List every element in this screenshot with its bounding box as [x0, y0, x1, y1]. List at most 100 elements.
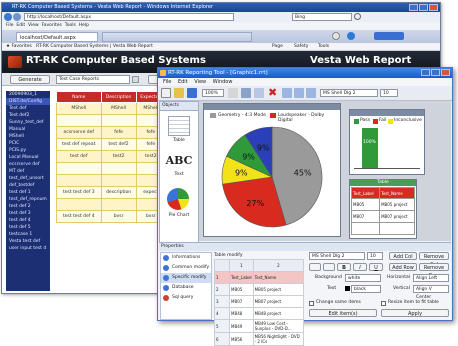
back-icon[interactable]	[4, 13, 12, 21]
page-menu[interactable]: Page	[272, 43, 283, 51]
remove-row-button[interactable]: Remove Row	[419, 263, 449, 279]
app-menu-file[interactable]: File	[163, 79, 171, 85]
save-icon[interactable]	[187, 88, 197, 98]
tree-item[interactable]: Sunny_test_def	[6, 119, 50, 126]
cut-icon[interactable]	[241, 88, 251, 98]
table-row[interactable]: test def repeat test def2 fefe	[56, 138, 167, 151]
copy-icon[interactable]	[254, 88, 264, 98]
tree-item[interactable]: def_testdef	[6, 182, 50, 189]
tab-localhost[interactable]: localhost/Default.aspx	[16, 32, 98, 42]
table-row[interactable]: 2 MB05 MB05 project	[214, 283, 305, 296]
text-object-icon[interactable]: ABC	[160, 154, 198, 167]
zoom-select[interactable]: 100%	[202, 89, 224, 97]
search-input[interactable]: Bing	[292, 13, 352, 21]
search-icon[interactable]	[354, 13, 361, 20]
grid-header-name[interactable]: Name	[56, 91, 102, 103]
prop-size-select[interactable]: 10	[367, 252, 383, 260]
col-header-2[interactable]: 2	[252, 259, 305, 272]
background-select[interactable]: white	[345, 274, 381, 282]
tree-item[interactable]: PCIC	[6, 140, 50, 147]
tree-item[interactable]: DIST.ite/Config	[6, 98, 50, 105]
fill-color-icon[interactable]	[309, 263, 321, 271]
tree-item[interactable]: test def 4	[6, 217, 50, 224]
italic-icon[interactable]: I	[353, 263, 367, 271]
table-row[interactable]: MShell MShell MShell	[56, 102, 167, 115]
tree-item[interactable]: MShell	[6, 133, 50, 140]
horizontal-align-select[interactable]: Align Left	[413, 274, 449, 282]
table-row[interactable]: 5 MB49 MB49 Low Cost - Sunplus - DVD-D...	[214, 319, 305, 333]
tools-menu[interactable]: Tools	[318, 43, 329, 51]
app-menu-window[interactable]: Window	[213, 79, 233, 85]
col-header-1[interactable]: 1	[229, 259, 254, 272]
app-maximize-button[interactable]	[431, 69, 440, 76]
menu-help[interactable]: Help	[79, 23, 89, 28]
properties-nav-item[interactable]: Sql query	[161, 293, 211, 303]
table-row[interactable]	[56, 198, 167, 211]
tree-item[interactable]: test def 1	[6, 189, 50, 196]
table-row[interactable]: test test def 3 description expect	[56, 186, 167, 199]
edit-items-button[interactable]: Edit item(s)	[309, 309, 377, 317]
align-left-icon[interactable]	[282, 88, 292, 98]
tree-item[interactable]: Local Manual	[6, 154, 50, 161]
table-row[interactable]: ecsrserve def fefe fefe	[56, 126, 167, 139]
apply-button[interactable]: Apply	[381, 309, 449, 317]
tree-item[interactable]: user input test d	[6, 245, 50, 252]
table-row[interactable]: 4 MB48 MB48 project	[214, 307, 305, 320]
open-folder-icon[interactable]	[174, 88, 184, 98]
properties-nav-item[interactable]: Informations	[161, 253, 211, 263]
pointer-icon[interactable]	[228, 88, 238, 98]
align-center-icon[interactable]	[294, 88, 304, 98]
table-row[interactable]: 3 MB07 MB07 project	[214, 295, 305, 308]
tools-button[interactable]	[374, 32, 404, 40]
underline-icon[interactable]: U	[369, 263, 383, 271]
tree-item[interactable]: 20090903_1	[6, 91, 50, 98]
tree-item[interactable]: ecsrserve def	[6, 161, 50, 168]
app-menu-edit[interactable]: Edit	[178, 79, 188, 85]
tree-item[interactable]: PCIS.py	[6, 147, 50, 154]
app-menu-view[interactable]: View	[194, 79, 206, 85]
address-input[interactable]: http://localhost/Default.aspx	[24, 13, 234, 21]
table-frame[interactable]: Table Test_Label Test_Name MB05 MB05 pro…	[349, 179, 417, 239]
table-row[interactable]: test def test2 test2	[56, 150, 167, 163]
report-type-select[interactable]: Test Case Reports	[56, 75, 130, 84]
properties-nav-item[interactable]: Common modify	[161, 263, 211, 273]
change-same-items-checkbox[interactable]	[309, 301, 314, 306]
menu-edit[interactable]: Edit	[16, 23, 25, 28]
table-row[interactable]: 1 Test_Label Test_Name	[214, 271, 305, 284]
tree-item[interactable]: Test def2	[6, 112, 50, 119]
tree-item[interactable]: test_def_unsort	[6, 175, 50, 182]
tree-item[interactable]: Manual	[6, 126, 50, 133]
app-close-button[interactable]	[441, 69, 450, 76]
minimize-button[interactable]	[409, 4, 418, 11]
safety-menu[interactable]: Safety	[294, 43, 308, 51]
bar-chart-frame[interactable]: Pass Fail Inconclusive 100%	[349, 109, 425, 175]
remove-col-button[interactable]: Remove Col	[419, 252, 449, 268]
new-file-icon[interactable]	[161, 88, 171, 98]
grid-header-description[interactable]: Description	[100, 91, 137, 103]
bold-icon[interactable]: B	[337, 263, 351, 271]
close-button[interactable]	[429, 4, 438, 11]
border-icon[interactable]	[323, 263, 335, 271]
star-icon[interactable]: ★	[6, 44, 10, 49]
maximize-button[interactable]	[419, 4, 428, 11]
forward-icon[interactable]	[13, 13, 21, 21]
menu-file[interactable]: File	[6, 23, 14, 28]
favorites-tab[interactable]: RT-RK Computer Based Systems | Vesta Web…	[36, 44, 153, 49]
chevron-down-icon[interactable]	[132, 76, 139, 83]
tree-item[interactable]: test def 2	[6, 203, 50, 210]
font-size-select[interactable]: 10	[380, 89, 398, 97]
table-row[interactable]	[56, 162, 167, 175]
menu-tools[interactable]: Tools	[65, 23, 76, 28]
prop-font-select[interactable]: MS Shell Dlg 2	[309, 252, 365, 260]
delete-icon[interactable]: ✖	[268, 87, 280, 99]
table-row[interactable]: test test def 4 bvsr bvsr	[56, 210, 167, 223]
vertical-align-select[interactable]: Align V Center	[413, 285, 449, 300]
align-right-icon[interactable]	[306, 88, 316, 98]
resize-to-fit-checkbox[interactable]	[381, 301, 386, 306]
tree-item[interactable]: Test def	[6, 105, 50, 112]
menu-view[interactable]: View	[28, 23, 39, 28]
add-col-button[interactable]: Add Col	[389, 252, 417, 260]
tree-item[interactable]: MT def	[6, 168, 50, 175]
favorites-label[interactable]: Favorites	[11, 44, 31, 49]
table-object-icon[interactable]	[168, 116, 190, 136]
